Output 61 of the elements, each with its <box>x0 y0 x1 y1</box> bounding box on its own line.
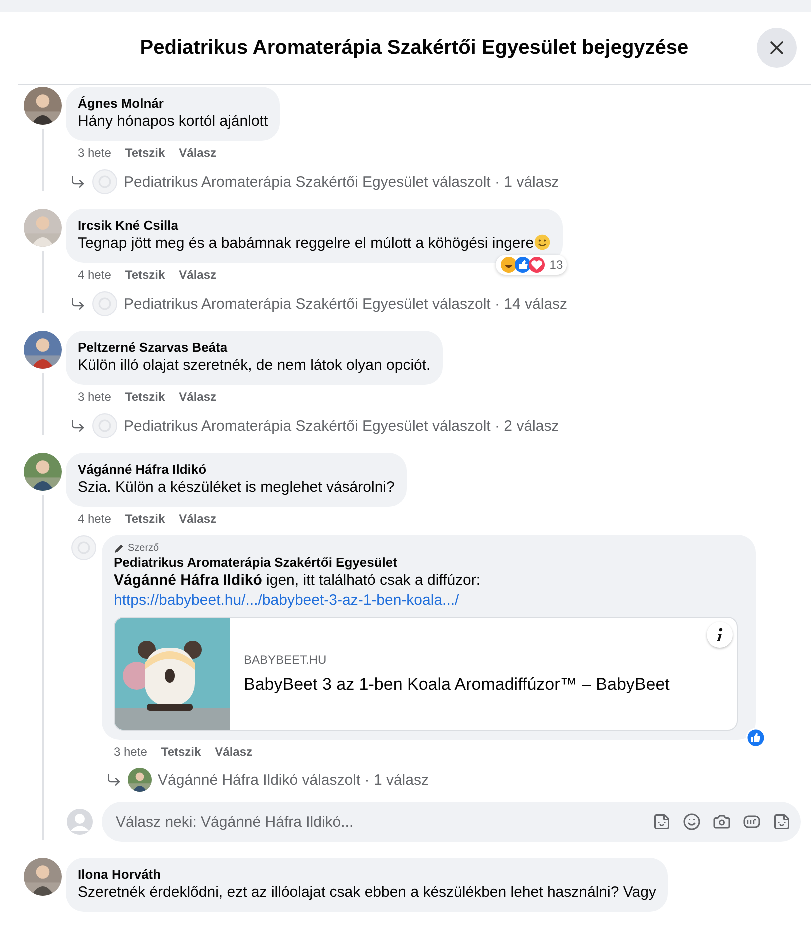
avatar-icon <box>92 169 118 195</box>
author-label: Szerző <box>128 543 160 554</box>
reply-link[interactable]: Válasz <box>179 268 217 282</box>
close-button[interactable] <box>757 28 797 68</box>
emoji-icon[interactable] <box>683 813 701 831</box>
comment-author[interactable]: Ilona Horváth <box>78 866 656 883</box>
comment-text: Szia. Külön a készüléket is meglehet vásárolni? <box>78 478 395 498</box>
reply-link[interactable]: Válasz <box>215 745 253 759</box>
replies-link[interactable]: Pediatrikus Aromaterápia Szakértői Egyesület válaszolt · 2 válasz <box>124 418 560 434</box>
comment-text: Külön illó olajat szeretnék, de nem látok olyan opciót. <box>78 356 431 376</box>
reply-arrow-icon <box>70 418 86 434</box>
reply-arrow-icon <box>70 296 86 312</box>
replies-link[interactable]: Vágánné Háfra Ildikó válaszolt · 1 válasz <box>158 772 429 788</box>
reply-link[interactable]: Válasz <box>179 390 217 404</box>
comment-time: 3 hete <box>78 146 112 160</box>
reply-text: Vágánné Háfra Ildikó igen, itt található csak a diffúzor: https://babybeet.hu/.../babybeet-3-az-1-ben-koala.../ <box>114 571 482 611</box>
camera-icon[interactable] <box>713 813 731 831</box>
reply-arrow-icon <box>70 174 86 190</box>
comment-text: Szeretnék érdeklődni, ezt az illóolajat csak ebben a készülékben lehet használni? Vagy <box>78 883 656 903</box>
preview-domain: BABYBEET.HU <box>244 653 328 667</box>
comment-text: Tegnap jött meg és a babámnak reggelre el múlott a köhögési ingere <box>78 234 552 254</box>
reply-link[interactable]: Válasz <box>179 512 217 526</box>
like-link[interactable]: Tetszik <box>125 390 166 404</box>
smiley-icon <box>534 234 552 251</box>
avatar-icon <box>92 413 118 439</box>
reply-link[interactable]: Válasz <box>179 146 217 160</box>
reply-input-field[interactable]: Válasz neki: Vágánné Háfra Ildikó... <box>114 812 653 832</box>
reactions-icon <box>500 256 548 274</box>
info-icon <box>716 628 724 642</box>
avatar-sticker-icon[interactable] <box>653 813 671 831</box>
gif-icon[interactable] <box>743 813 761 831</box>
reactions-badge[interactable]: 13 <box>496 255 568 275</box>
comment-author[interactable]: Ircsik Kné Csilla <box>78 217 552 234</box>
url-link[interactable]: https://babybeet.hu/.../babybeet-3-az-1-ben-koala.../ <box>114 592 460 609</box>
comment-text: Hány hónapos kortól ajánlott <box>78 112 268 132</box>
like-link[interactable]: Tetszik <box>125 512 166 526</box>
avatar-icon <box>92 291 118 317</box>
comment-author[interactable]: Ágnes Molnár <box>78 95 268 112</box>
comment-author[interactable]: Peltzerné Szarvas Beáta <box>78 339 431 356</box>
dialog-title: Pediatrikus Aromaterápia Szakértői Egyesület bejegyzése <box>140 36 689 60</box>
comment-author[interactable]: Vágánné Háfra Ildikó <box>78 461 395 478</box>
like-link[interactable]: Tetszik <box>125 146 166 160</box>
reply-composer[interactable]: Válasz neki: Vágánné Háfra Ildikó... <box>102 802 801 842</box>
user-avatar-icon <box>66 808 94 836</box>
replies-link[interactable]: Pediatrikus Aromaterápia Szakértői Egyesület válaszolt · 1 válasz <box>124 174 560 190</box>
sticker-icon[interactable] <box>773 813 791 831</box>
like-link[interactable]: Tetszik <box>125 268 166 282</box>
reply-arrow-icon <box>106 772 122 788</box>
reply-author[interactable]: Pediatrikus Aromaterápia Szakértői Egyesület <box>114 554 744 571</box>
replies-link[interactable]: Pediatrikus Aromaterápia Szakértői Egyesület válaszolt · 14 válasz <box>124 296 568 312</box>
preview-title: BabyBeet 3 az 1-ben Koala Aromadiffúzor™ – BabyBeet <box>244 675 670 695</box>
avatar-icon <box>71 535 97 561</box>
info-button[interactable] <box>707 622 733 648</box>
reaction-count: 13 <box>550 258 564 272</box>
comment-time: 4 hete <box>78 512 112 526</box>
comment-time: 3 hete <box>78 390 112 404</box>
comment-time: 4 hete <box>78 268 112 282</box>
like-link[interactable]: Tetszik <box>161 745 202 759</box>
pencil-icon <box>114 543 125 554</box>
link-preview-card[interactable]: BABYBEET.HU BabyBeet 3 az 1-ben Koala Aromadiffúzor™ – BabyBeet <box>114 617 738 731</box>
comment-time: 3 hete <box>114 745 148 759</box>
